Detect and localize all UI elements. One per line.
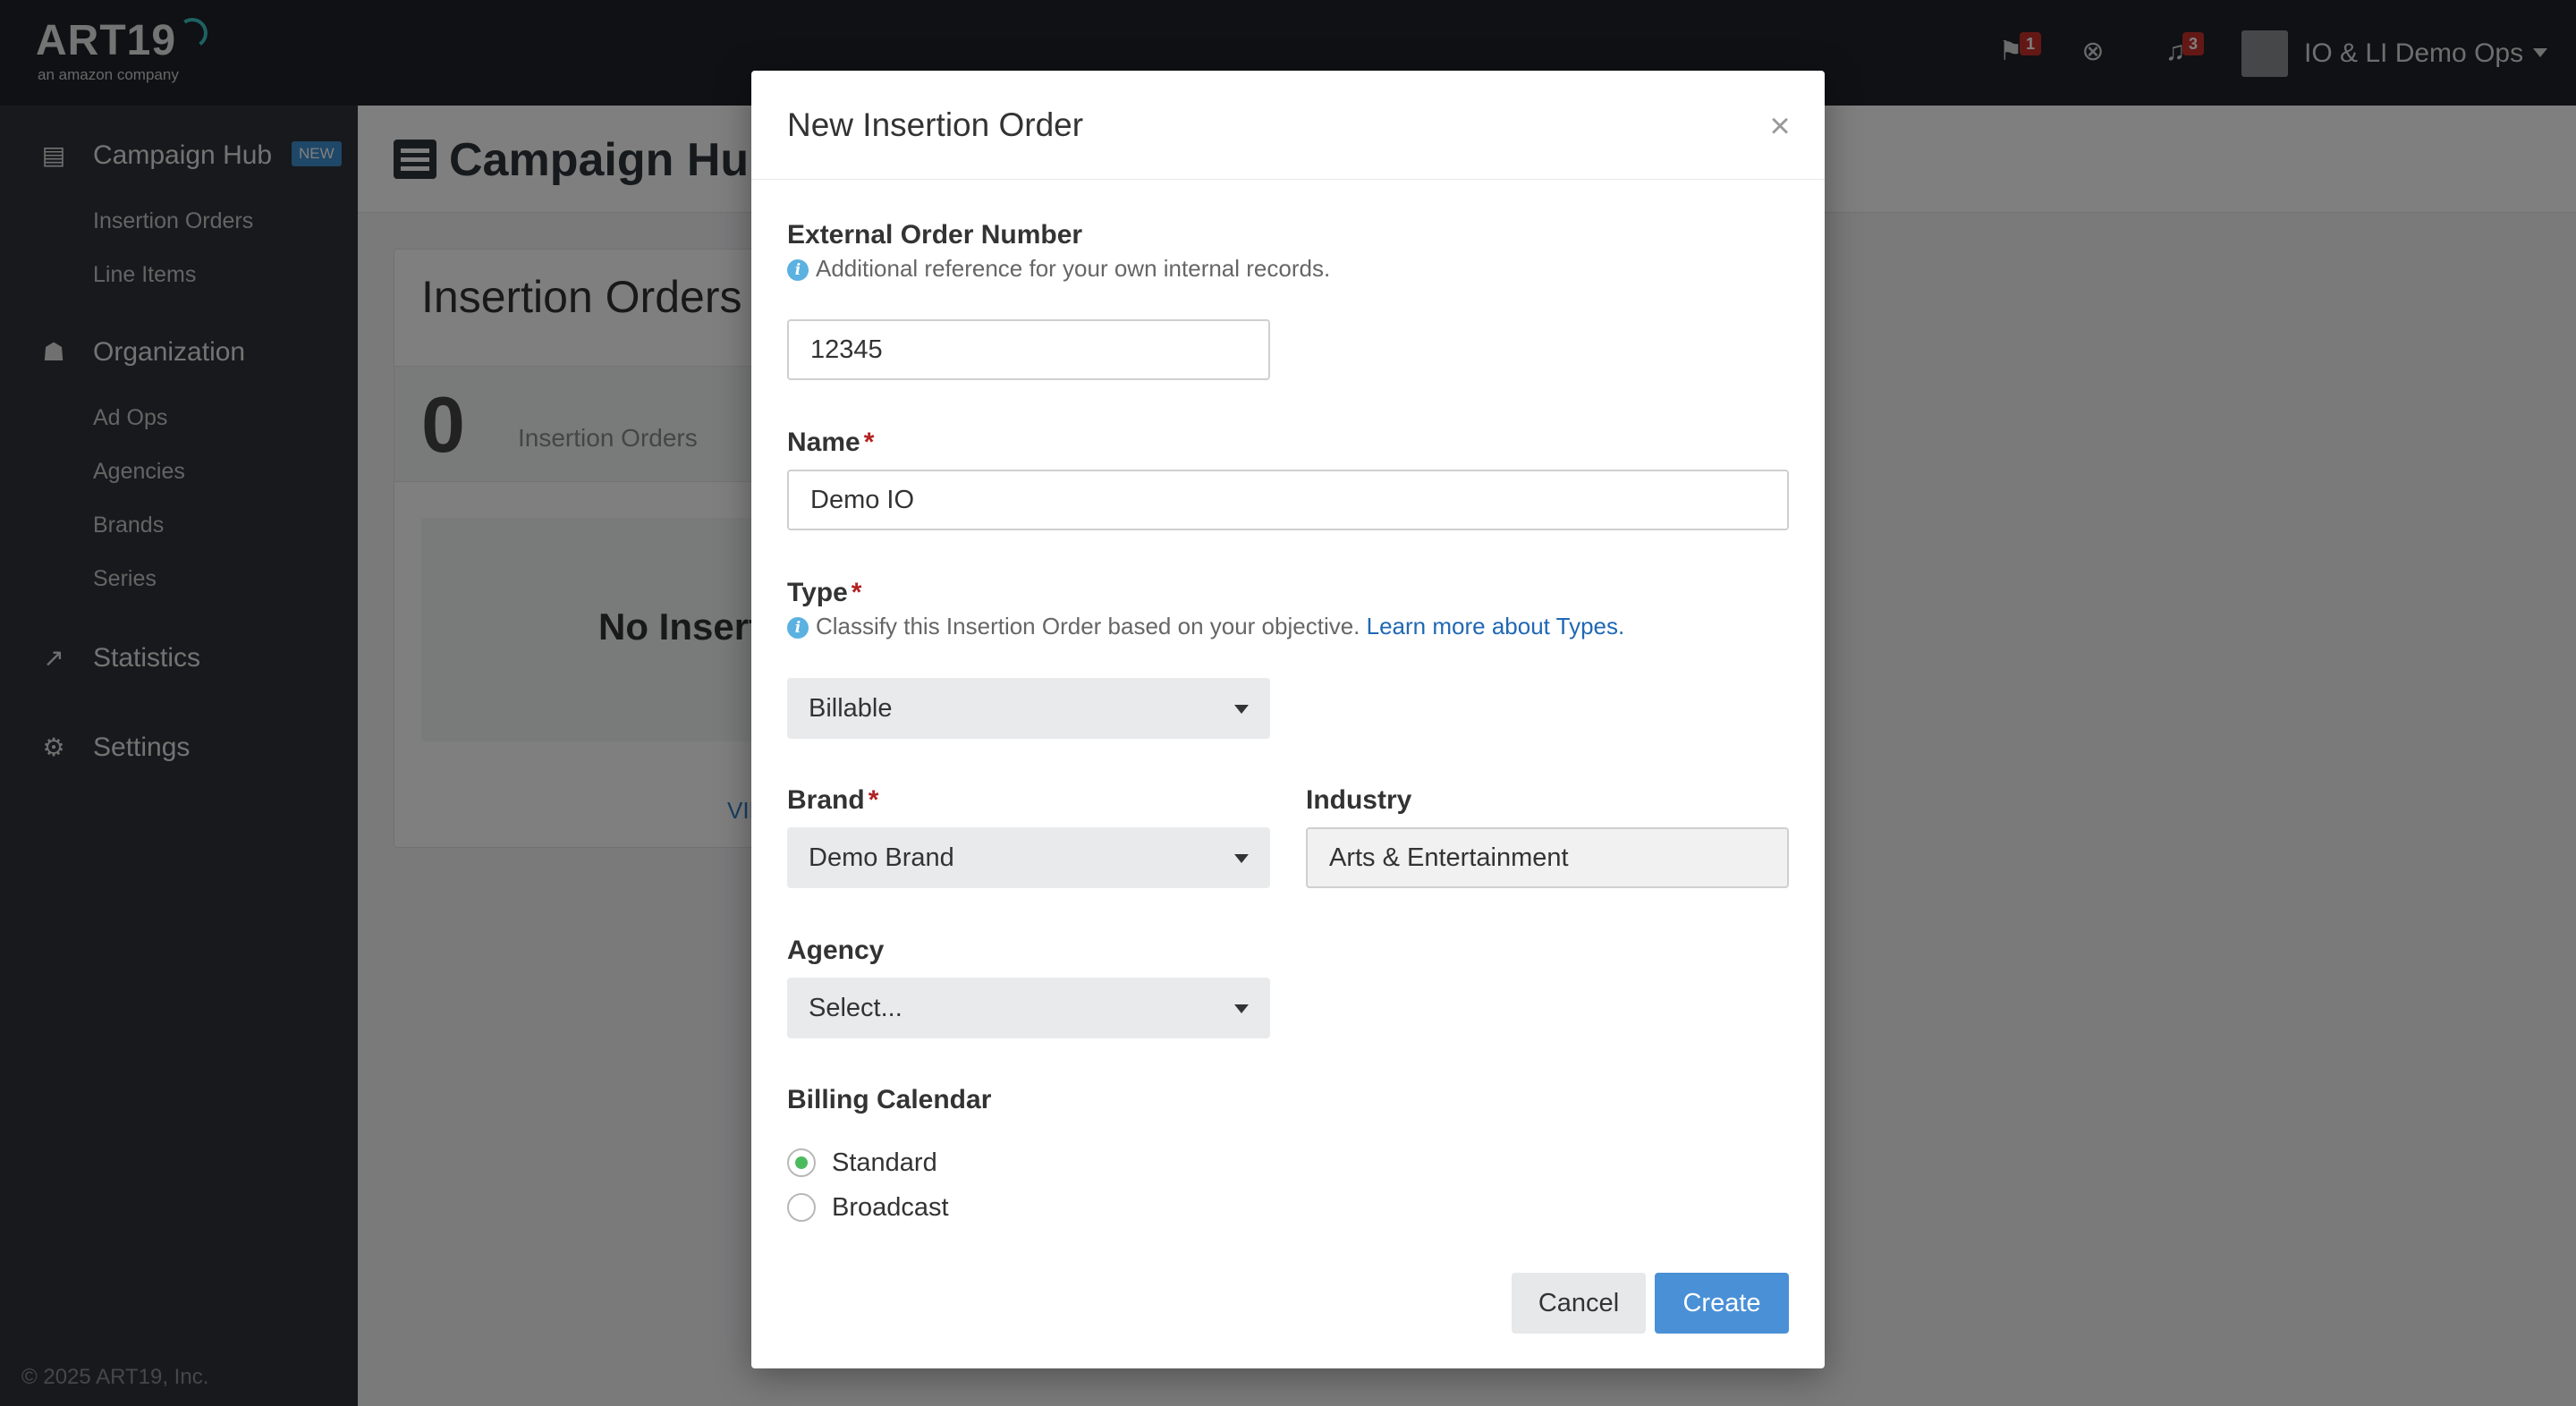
- industry-field: Arts & Entertainment: [1306, 827, 1789, 888]
- new-insertion-order-modal: New Insertion Order × External Order Num…: [751, 71, 1825, 1368]
- brand-label-text: Brand: [787, 785, 865, 815]
- radio-broadcast-label: Broadcast: [832, 1193, 949, 1222]
- radio-button[interactable]: [787, 1193, 816, 1222]
- type-select-value: Billable: [809, 694, 893, 723]
- external-order-help-text: Additional reference for your own intern…: [816, 255, 1331, 282]
- radio-standard-label: Standard: [832, 1148, 937, 1177]
- info-icon: i: [787, 617, 809, 639]
- chevron-down-icon: [1234, 854, 1249, 863]
- type-label: Type *: [787, 575, 861, 611]
- brand-label: Brand *: [787, 783, 878, 818]
- billing-calendar-label: Billing Calendar: [787, 1085, 992, 1114]
- agency-select-value: Select...: [809, 994, 902, 1022]
- name-input[interactable]: Demo IO: [787, 470, 1789, 530]
- radio-button-checked[interactable]: [787, 1148, 816, 1177]
- brand-select[interactable]: Demo Brand: [787, 827, 1270, 888]
- modal-title: New Insertion Order: [787, 106, 1084, 143]
- type-help-text: Classify this Insertion Order based on y…: [816, 613, 1360, 639]
- chevron-down-icon: [1234, 1004, 1249, 1013]
- close-icon[interactable]: ×: [1762, 108, 1798, 144]
- agency-label: Agency: [787, 936, 885, 965]
- industry-label: Industry: [1306, 785, 1412, 815]
- brand-select-value: Demo Brand: [809, 843, 954, 872]
- chevron-down-icon: [1234, 705, 1249, 714]
- required-marker: *: [863, 428, 875, 457]
- agency-select[interactable]: Select...: [787, 978, 1270, 1038]
- external-order-label: External Order Number: [787, 220, 1083, 250]
- cancel-button[interactable]: Cancel: [1512, 1273, 1646, 1334]
- create-button[interactable]: Create: [1655, 1273, 1789, 1334]
- type-help: i Classify this Insertion Order based on …: [787, 610, 1624, 642]
- required-marker: *: [868, 785, 879, 815]
- external-order-input[interactable]: 12345: [787, 319, 1270, 380]
- modal-header: New Insertion Order ×: [751, 71, 1825, 180]
- name-label: Name *: [787, 425, 874, 461]
- external-order-help: i Additional reference for your own inter…: [787, 252, 1330, 284]
- type-label-text: Type: [787, 578, 848, 607]
- name-label-text: Name: [787, 428, 860, 457]
- type-select[interactable]: Billable: [787, 678, 1270, 739]
- learn-more-types-link[interactable]: Learn more about Types.: [1367, 613, 1625, 639]
- info-icon: i: [787, 259, 809, 281]
- required-marker: *: [851, 578, 862, 607]
